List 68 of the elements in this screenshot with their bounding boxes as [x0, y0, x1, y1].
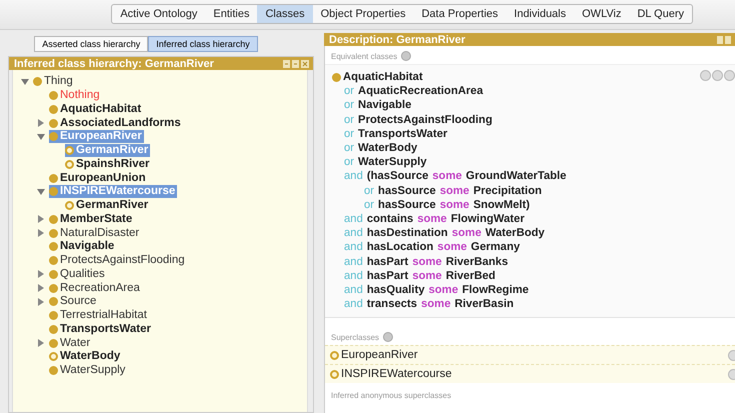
panel-title: Description: GermanRiver [329, 34, 466, 46]
class-node[interactable]: Navigable [49, 240, 116, 254]
class-node[interactable]: Water [49, 336, 92, 350]
class-node[interactable]: Nothing [49, 89, 102, 102]
expression-line: and contains some FlowingWater [343, 212, 526, 226]
class-node[interactable]: MemberState [49, 212, 134, 226]
add-icon[interactable] [401, 51, 412, 61]
expression-line: or WaterSupply [343, 155, 428, 170]
superclass-row[interactable]: EuropeanRiver [325, 345, 735, 364]
section-label: Superclasses [331, 332, 380, 342]
collapsed-arrow-icon[interactable] [37, 229, 45, 238]
class-node[interactable]: ProtectsAgainstFlooding [49, 254, 187, 268]
expression-line: and (hasSource some GroundWaterTable [343, 169, 568, 184]
tab[interactable]: Individuals [506, 5, 574, 23]
class-node[interactable]: EuropeanUnion [49, 172, 148, 185]
expression-line: or hasSource some SnowMelt) [363, 198, 531, 212]
class-node[interactable]: TerrestrialHabitat [49, 309, 149, 322]
class-node[interactable]: Qualities [49, 268, 107, 281]
expression-line: or hasSource some Precipitation [363, 184, 543, 198]
tab[interactable]: Entities [205, 5, 258, 23]
expression-line: or AquaticRecreationArea [343, 84, 484, 98]
collapsed-arrow-icon[interactable] [37, 339, 45, 348]
superclass-row[interactable]: INSPIREWatercourse [325, 364, 735, 384]
tab[interactable]: Object Properties [312, 5, 414, 23]
expression-line: and transects some RiverBasin [343, 297, 515, 312]
section-label: Inferred anonymous superclasses [331, 391, 452, 400]
collapsed-arrow-icon[interactable] [37, 270, 45, 278]
expression-line: or TransportsWater [343, 126, 448, 141]
expanded-arrow-icon[interactable] [37, 132, 45, 141]
add-icon[interactable] [383, 332, 394, 342]
tab[interactable]: Classes [257, 5, 313, 23]
superclass-name: EuropeanRiver [330, 349, 418, 362]
tab[interactable]: Data Properties [414, 5, 506, 23]
expression-line: or WaterBody [343, 141, 418, 156]
section-label: Equivalent classes [331, 52, 398, 60]
expression-line: and hasPart some RiverBed [343, 268, 496, 283]
collapsed-arrow-icon[interactable] [37, 284, 45, 292]
expression-line: or Navigable [343, 98, 412, 113]
class-node[interactable]: WaterSupply [49, 364, 128, 378]
expression-line: and hasDestination some WaterBody [343, 226, 546, 240]
collapsed-arrow-icon[interactable] [37, 298, 45, 306]
expression-line: or ProtectsAgainstFlooding [343, 112, 494, 127]
view-controls-icon[interactable] [283, 60, 309, 68]
superclass-name: INSPIREWatercourse [330, 368, 452, 380]
class-node[interactable]: AssociatedLandforms [49, 116, 183, 130]
tab[interactable]: DL Query [629, 5, 692, 23]
class-node[interactable]: WaterBody [49, 350, 122, 364]
class-node[interactable]: Thing [33, 75, 75, 88]
collapsed-arrow-icon[interactable] [37, 215, 45, 224]
expression-line: and hasQuality some FlowRegime [343, 282, 530, 297]
expanded-arrow-icon[interactable] [21, 78, 29, 86]
class-node[interactable]: SpainshRiver [65, 158, 152, 171]
class-node[interactable]: TransportsWater [49, 322, 153, 336]
class-node[interactable]: GermanRiver [65, 199, 150, 212]
tab[interactable]: Active Ontology [112, 5, 206, 23]
class-node[interactable]: AquaticHabitat [49, 102, 144, 116]
expression-line: and hasLocation some Germany [343, 240, 521, 254]
expanded-arrow-icon[interactable] [37, 188, 45, 196]
view-toggle-button[interactable]: Inferred class hierarchy [148, 36, 258, 52]
class-node[interactable]: NaturalDisaster [49, 226, 142, 240]
view-toggle-button[interactable]: Asserted class hierarchy [34, 36, 148, 52]
collapsed-arrow-icon[interactable] [37, 119, 45, 128]
expression-line: and hasPart some RiverBanks [343, 254, 509, 269]
view-controls-icon[interactable] [717, 36, 731, 44]
class-node[interactable]: RecreationArea [49, 282, 142, 295]
panel-title: Inferred class hierarchy: GermanRiver [14, 58, 214, 70]
tab[interactable]: OWLViz [574, 5, 630, 23]
class-node[interactable]: Source [49, 295, 98, 308]
